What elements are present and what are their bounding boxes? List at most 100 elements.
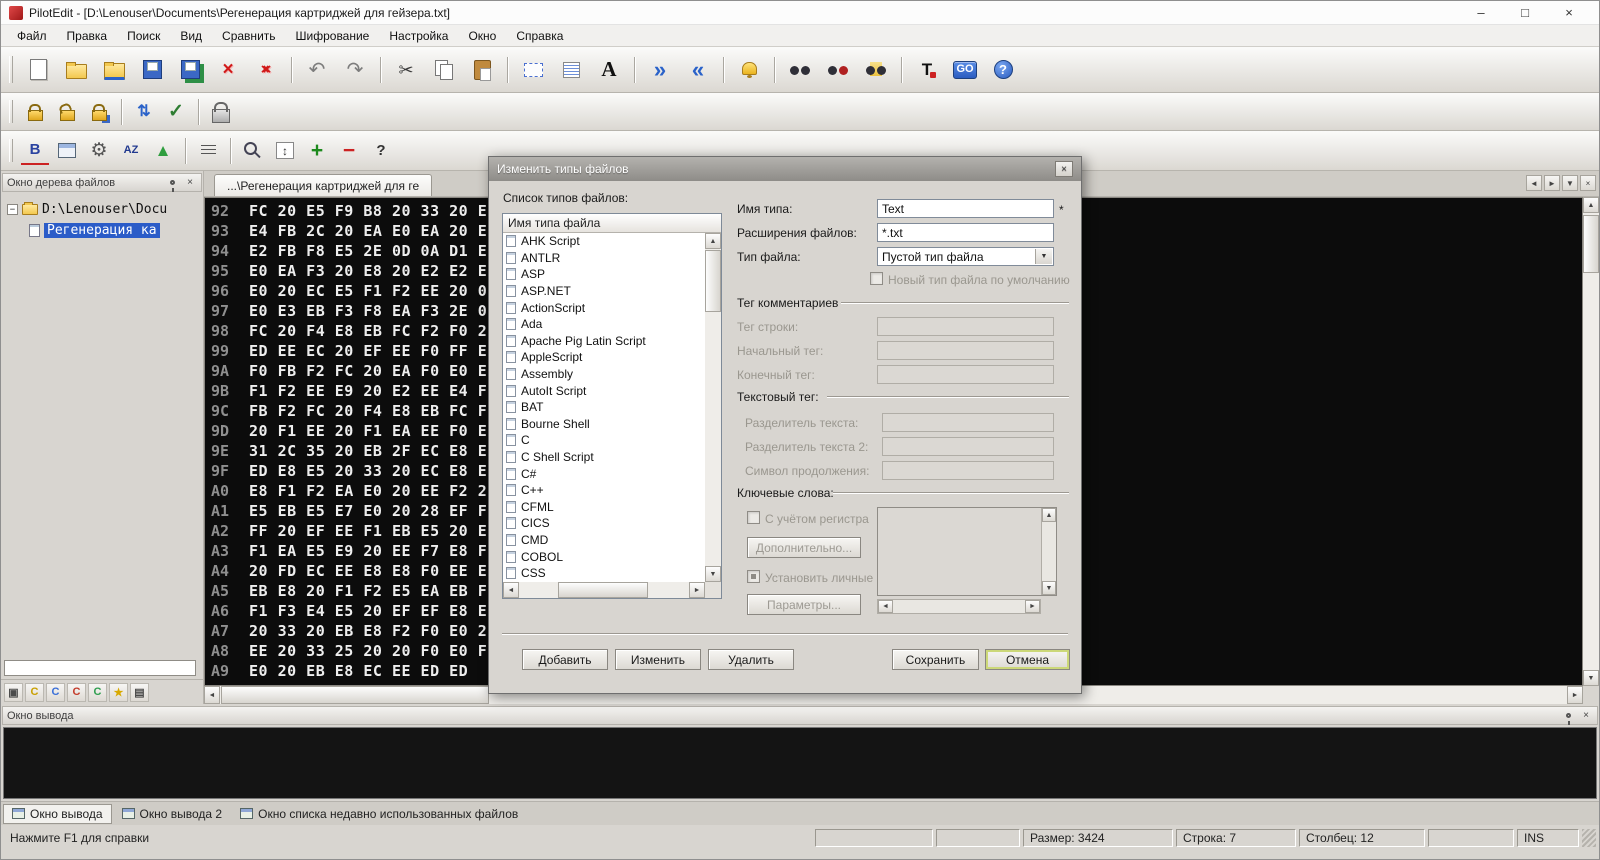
toolbar-drag-handle[interactable] <box>9 138 13 163</box>
alerts-button[interactable] <box>731 52 767 88</box>
file-type-item[interactable]: AHK Script <box>503 233 705 250</box>
panel-close-button[interactable]: × <box>183 176 197 190</box>
file-type-item[interactable]: AutoIt Script <box>503 382 705 399</box>
new-file-button[interactable] <box>20 52 56 88</box>
file-type-item[interactable]: Ada <box>503 316 705 333</box>
goto-line-button[interactable]: GO <box>947 52 983 88</box>
file-type-item[interactable]: ANTLR <box>503 250 705 267</box>
menu-file[interactable]: Файл <box>7 26 57 46</box>
menu-help[interactable]: Справка <box>506 26 573 46</box>
collapse-all-button[interactable]: − <box>334 136 364 166</box>
resize-grip[interactable] <box>1582 829 1596 847</box>
toolbar-drag-handle[interactable] <box>9 100 13 123</box>
delete-button[interactable]: Удалить <box>708 649 794 670</box>
outline-view-button[interactable] <box>193 136 223 166</box>
prev-difference-button[interactable]: « <box>680 52 716 88</box>
menu-search[interactable]: Поиск <box>117 26 170 46</box>
replace-text-button[interactable]: T <box>909 52 945 88</box>
file-type-item[interactable]: ASP.NET <box>503 283 705 300</box>
column-select-button[interactable] <box>515 52 551 88</box>
list-horizontal-scrollbar[interactable]: ◄ ► <box>503 582 705 598</box>
toolbar-drag-handle[interactable] <box>9 56 13 83</box>
zoom-button[interactable] <box>238 136 268 166</box>
transfer-file-button[interactable]: ⇅ <box>129 97 159 127</box>
save-all-button[interactable] <box>172 52 208 88</box>
copy-button[interactable] <box>426 52 462 88</box>
save-file-button[interactable] <box>134 52 170 88</box>
file-type-item[interactable]: COBOL <box>503 548 705 565</box>
add-button[interactable]: Добавить <box>522 649 608 670</box>
menu-window[interactable]: Окно <box>458 26 506 46</box>
vertical-scroll-thumb[interactable] <box>1583 215 1599 273</box>
file-type-item[interactable]: BAT <box>503 399 705 416</box>
tree-item-current-file[interactable]: Регенерация ка <box>3 220 201 241</box>
unlock-file-button[interactable] <box>52 97 82 127</box>
tree-horizontal-scrollbar[interactable] <box>4 660 196 676</box>
close-button[interactable]: × <box>1547 2 1591 24</box>
minimize-button[interactable]: – <box>1459 2 1503 24</box>
tool-list-button[interactable]: ▤ <box>130 682 149 702</box>
close-all-files-button[interactable]: ×× <box>248 52 284 88</box>
encrypt-decrypt-button[interactable] <box>206 97 236 127</box>
scroll-left-button[interactable]: ◄ <box>503 582 519 598</box>
advanced-button[interactable]: Дополнительно... <box>747 537 861 558</box>
tool-window-button[interactable]: ▣ <box>4 682 23 702</box>
menu-encryption[interactable]: Шифрование <box>286 26 380 46</box>
lock-file-button[interactable] <box>20 97 50 127</box>
file-type-item[interactable]: ActionScript <box>503 299 705 316</box>
file-type-combobox[interactable]: Пустой тип файла ▼ <box>877 247 1054 266</box>
file-type-item[interactable]: C++ <box>503 482 705 499</box>
file-type-item[interactable]: C# <box>503 465 705 482</box>
tree-item-root-folder[interactable]: − D:\Lenouser\Docu <box>3 199 201 220</box>
file-type-item[interactable]: AppleScript <box>503 349 705 366</box>
scroll-up-button[interactable]: ▲ <box>1042 508 1056 522</box>
menu-compare[interactable]: Сравнить <box>212 26 285 46</box>
save-button[interactable]: Сохранить <box>892 649 979 670</box>
tab-list-button[interactable]: ▼ <box>1562 175 1578 191</box>
file-type-item[interactable]: CMD <box>503 532 705 549</box>
tree-expander-icon[interactable]: − <box>7 204 18 215</box>
move-up-button[interactable]: ▲ <box>148 136 178 166</box>
file-type-item[interactable]: CSS <box>503 565 705 582</box>
close-file-button[interactable]: × <box>210 52 246 88</box>
scroll-up-button[interactable]: ▲ <box>705 233 721 249</box>
tool-star-button[interactable]: ★ <box>109 682 128 702</box>
file-type-item[interactable]: C Shell Script <box>503 449 705 466</box>
open-file-button[interactable] <box>58 52 94 88</box>
context-help-button[interactable]: ? <box>366 136 396 166</box>
menu-view[interactable]: Вид <box>170 26 212 46</box>
paste-button[interactable] <box>464 52 500 88</box>
dialog-titlebar[interactable]: Изменить типы файлов × <box>489 157 1081 181</box>
type-name-input[interactable]: Text <box>877 199 1054 218</box>
find-button[interactable] <box>782 52 818 88</box>
tool-c-red-button[interactable]: C <box>67 682 86 702</box>
menu-edit[interactable]: Правка <box>57 26 118 46</box>
menu-settings[interactable]: Настройка <box>379 26 458 46</box>
titlebar[interactable]: PilotEdit - [D:\Lenouser\Documents\Реген… <box>1 1 1599 25</box>
list-scroll-thumb[interactable] <box>705 250 721 312</box>
edit-multiline-button[interactable] <box>553 52 589 88</box>
pin-icon[interactable] <box>1566 713 1571 725</box>
horizontal-scroll-thumb[interactable] <box>221 686 489 704</box>
open-remote-file-button[interactable] <box>96 52 132 88</box>
pin-icon[interactable] <box>170 180 175 192</box>
file-type-item[interactable]: Bourne Shell <box>503 416 705 433</box>
bottom-tab-output[interactable]: Окно вывода <box>3 803 112 824</box>
parameters-button[interactable]: Параметры... <box>747 594 861 615</box>
scroll-up-button[interactable]: ▲ <box>1583 197 1599 213</box>
file-type-item[interactable]: Assembly <box>503 366 705 383</box>
scroll-left-button[interactable]: ◄ <box>878 600 893 613</box>
tab-scroll-left-button[interactable]: ◄ <box>1526 175 1542 191</box>
file-type-item[interactable]: Apache Pig Latin Script <box>503 333 705 350</box>
extensions-input[interactable]: *.txt <box>877 223 1054 242</box>
file-type-item[interactable]: C <box>503 432 705 449</box>
scroll-right-button[interactable]: ► <box>1567 686 1583 704</box>
keywords-listbox[interactable]: ▲ ▼ <box>877 507 1057 596</box>
scroll-right-button[interactable]: ► <box>1025 600 1040 613</box>
case-sensitive-checkbox[interactable] <box>747 511 760 524</box>
keywords-horizontal-scrollbar[interactable]: ◄ ► <box>877 599 1041 614</box>
next-difference-button[interactable]: » <box>642 52 678 88</box>
verify-file-button[interactable]: ✓ <box>161 97 191 127</box>
cut-button[interactable]: ✂ <box>388 52 424 88</box>
tab-scroll-right-button[interactable]: ► <box>1544 175 1560 191</box>
